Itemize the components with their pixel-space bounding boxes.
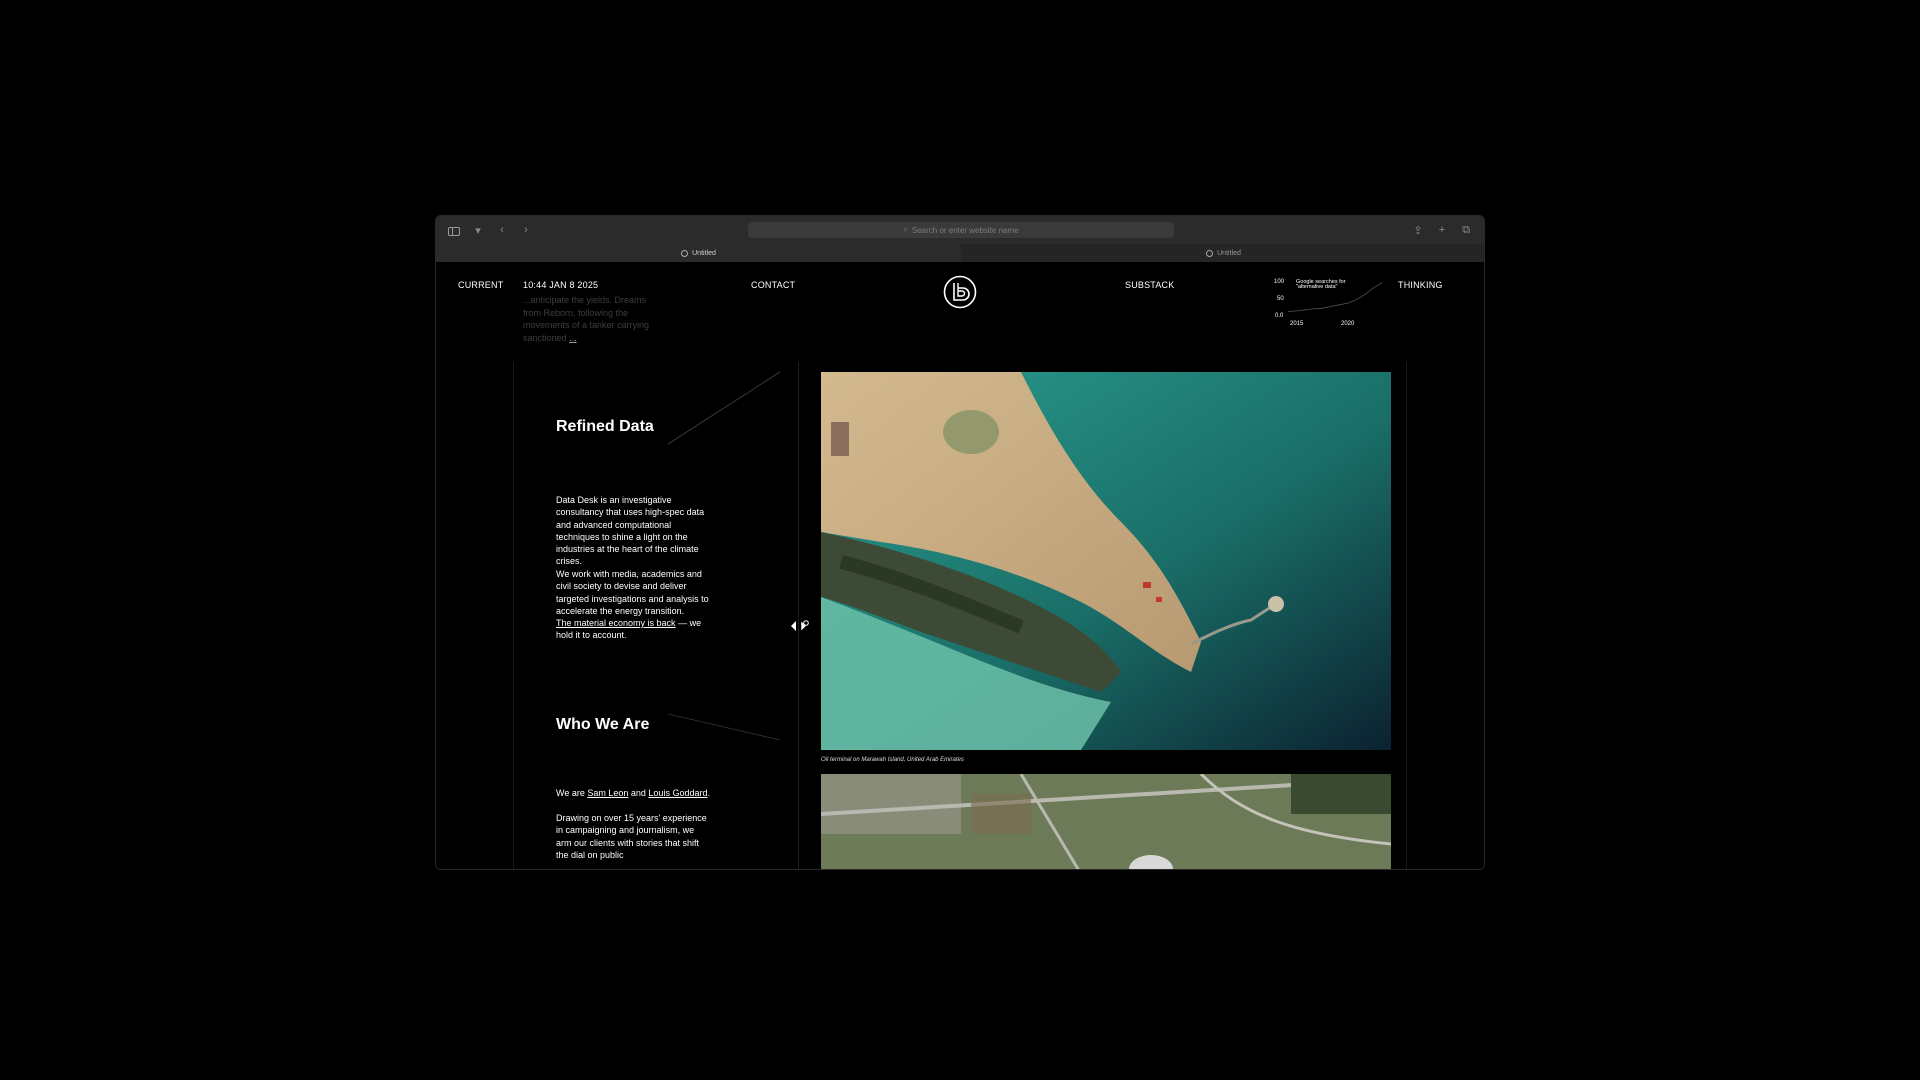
- y-tick-label: 50: [1277, 296, 1284, 302]
- refined-paragraph-3: The material economy is back — we hold i…: [556, 617, 711, 642]
- tab-active[interactable]: Untitled: [436, 244, 961, 262]
- news-ticker: ...anticipate the yields. Dreams from Re…: [523, 294, 653, 344]
- image-caption: Oil terminal on Marawah Island, United A…: [821, 757, 964, 763]
- data-desk-logo[interactable]: [943, 275, 977, 309]
- address-placeholder: Search or enter website name: [911, 225, 1019, 235]
- forward-arrow-icon[interactable]: ›: [518, 222, 534, 238]
- nav-contact-link[interactable]: CONTACT: [751, 280, 795, 290]
- refined-paragraph-1: Data Desk is an investigative consultanc…: [556, 495, 705, 567]
- chevron-down-icon[interactable]: ▾: [470, 222, 486, 238]
- compass-icon: [1206, 249, 1214, 257]
- chart-title-line2: "alternative data": [1296, 284, 1338, 290]
- tab-label: Untitled: [1217, 249, 1241, 257]
- browser-toolbar: ▾ ‹ › ⌕ Search or enter website name ⇪ +…: [436, 216, 1484, 244]
- satellite-image-second[interactable]: [821, 774, 1391, 870]
- compass-icon: [681, 249, 689, 257]
- refined-data-heading: Refined Data: [556, 418, 654, 435]
- web-page: CURRENT 10:44 JAN 8 2025 CONTACT SUBSTAC…: [436, 262, 1484, 870]
- nav-current-link[interactable]: CURRENT: [458, 280, 503, 290]
- tab-label: Untitled: [692, 249, 716, 257]
- nav-substack-link[interactable]: SUBSTACK: [1125, 280, 1174, 290]
- column-divider: [798, 362, 799, 869]
- y-tick-label: 100: [1274, 279, 1285, 285]
- sidebar-toggle-icon[interactable]: [446, 222, 462, 238]
- ticker-text: ...anticipate the yields. Dreams from Re…: [523, 295, 650, 343]
- text-we-are: We are: [556, 788, 588, 798]
- toolbar-left-controls: ▾ ‹ ›: [446, 222, 534, 238]
- back-arrow-icon[interactable]: ‹: [494, 222, 510, 238]
- toolbar-right-controls: ⇪ + ⧉: [1410, 222, 1474, 238]
- refined-paragraph-2: We work with media, academics and civil …: [556, 569, 709, 616]
- satellite-image-marawah[interactable]: [821, 372, 1391, 750]
- share-icon[interactable]: ⇪: [1410, 222, 1426, 238]
- search-icon: ⌕: [903, 225, 908, 234]
- who-we-are-heading: Who We Are: [556, 716, 650, 733]
- x-tick-label: 2020: [1341, 321, 1355, 327]
- resize-cursor-icon: [791, 620, 809, 632]
- material-economy-link[interactable]: The material economy is back: [556, 618, 676, 628]
- new-tab-icon[interactable]: +: [1434, 222, 1450, 238]
- nav-thinking-link[interactable]: THINKING: [1398, 280, 1443, 290]
- tab-inactive[interactable]: Untitled: [961, 244, 1484, 262]
- y-tick-label: 0.0: [1275, 313, 1284, 319]
- ticker-more-link[interactable]: ...: [569, 333, 577, 343]
- who-paragraph-1: We are Sam Leon and Louis Goddard.: [556, 787, 711, 799]
- sam-leon-link[interactable]: Sam Leon: [587, 788, 628, 798]
- browser-window: ▾ ‹ › ⌕ Search or enter website name ⇪ +…: [435, 215, 1485, 870]
- alternative-data-chart: 100 50 0.0 Google searches for "alternat…: [1274, 279, 1383, 327]
- address-bar[interactable]: ⌕ Search or enter website name: [748, 222, 1174, 238]
- louis-goddard-link[interactable]: Louis Goddard: [648, 788, 707, 798]
- tab-bar: × Untitled Untitled: [436, 244, 1484, 262]
- x-tick-label: 2015: [1290, 321, 1304, 327]
- tab-overview-icon[interactable]: ⧉: [1458, 222, 1474, 238]
- who-paragraph-2: Drawing on over 15 years' experience in …: [556, 813, 707, 860]
- nav-clock: 10:44 JAN 8 2025: [523, 280, 599, 290]
- text-and: and: [628, 788, 649, 798]
- text-period: .: [707, 788, 710, 798]
